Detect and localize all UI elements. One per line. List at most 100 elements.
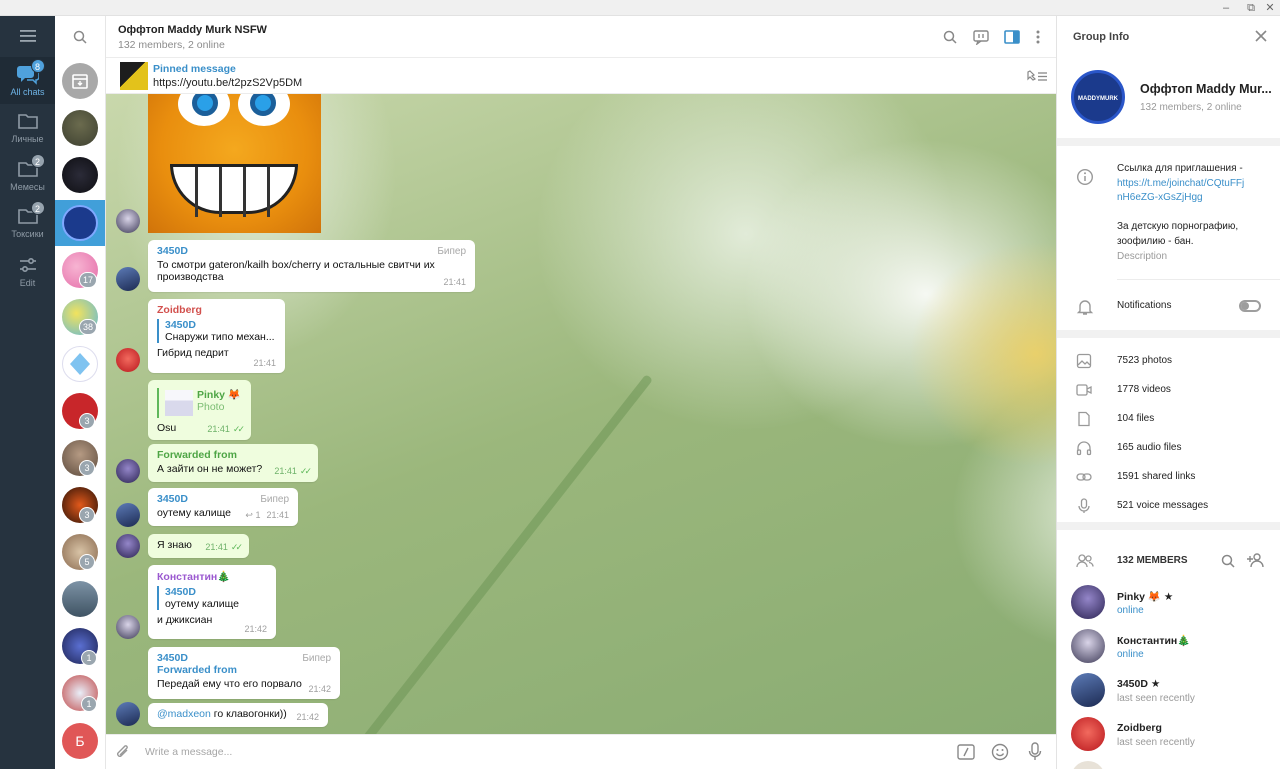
folder-toxic[interactable]: 2 Токсики xyxy=(0,199,55,246)
message-bubble[interactable]: Zoidberg 3450D Снаружи типо механ... Гиб… xyxy=(148,299,285,373)
group-name: Оффтоп Maddy Mur... xyxy=(1140,82,1272,96)
sender-avatar[interactable] xyxy=(116,615,140,639)
member-name[interactable]: Zoidberg xyxy=(1117,722,1162,734)
chat-avatar-archive[interactable] xyxy=(62,63,98,99)
message-time: 21:41 ✓✓ xyxy=(207,424,245,434)
sender-avatar[interactable] xyxy=(116,534,140,558)
add-member-icon[interactable] xyxy=(1246,552,1266,571)
folder-memes[interactable]: 2 Мемесы xyxy=(0,152,55,199)
message-bubble[interactable]: 3450D Бипер То смотри gateron/kailh box/… xyxy=(148,240,475,292)
invite-link[interactable]: https://t.me/joinchat/CQtuFFj xyxy=(1117,177,1244,192)
notifications-toggle[interactable] xyxy=(1239,300,1261,312)
member-avatar[interactable] xyxy=(1071,629,1105,663)
sender-avatar[interactable] xyxy=(116,503,140,527)
sender-avatar[interactable] xyxy=(116,209,140,233)
pinned-message-bar[interactable]: Pinned message https://youtu.be/t2pzS2Vp… xyxy=(106,58,1056,94)
photo-icon xyxy=(1076,353,1094,371)
sender-avatar[interactable] xyxy=(116,267,140,291)
member-avatar[interactable] xyxy=(1071,717,1105,751)
chat-avatar-maddy-murk[interactable] xyxy=(62,205,98,241)
chat-avatar-letter[interactable]: Б xyxy=(62,723,98,759)
chat-avatar[interactable] xyxy=(62,581,98,617)
bot-command-icon[interactable] xyxy=(957,744,975,763)
members-count-title: 132 MEMBERS xyxy=(1117,555,1188,566)
minimize-button[interactable]: – xyxy=(1218,1,1234,15)
emoji-icon[interactable] xyxy=(991,743,1009,764)
message-sender[interactable]: Zoidberg xyxy=(157,304,276,316)
chat-avatar[interactable] xyxy=(62,110,98,146)
more-vertical-icon[interactable] xyxy=(1028,27,1048,47)
menu-button[interactable] xyxy=(0,16,55,56)
media-videos[interactable]: 1778 videos xyxy=(1117,383,1171,398)
sender-avatar[interactable] xyxy=(116,702,140,726)
chat-avatar[interactable] xyxy=(62,157,98,193)
message-text: То смотри gateron/kailh box/cherry и ост… xyxy=(157,259,435,283)
folder-badge: 2 xyxy=(30,154,45,168)
media-voice[interactable]: 521 voice messages xyxy=(1117,499,1208,514)
chat-title[interactable]: Оффтоп Maddy Murk NSFW xyxy=(118,24,267,36)
member-status: online xyxy=(1117,649,1144,660)
reply-preview[interactable]: Pinky 🦊 Photo xyxy=(157,388,242,418)
discussion-icon[interactable] xyxy=(971,27,991,47)
media-photos[interactable]: 7523 photos xyxy=(1117,354,1172,369)
member-avatar[interactable] xyxy=(1071,761,1105,769)
member-name[interactable]: 3450D ★ xyxy=(1117,678,1160,690)
microphone-icon[interactable] xyxy=(1028,742,1042,765)
member-name[interactable]: Константин🎄 xyxy=(1117,634,1190,647)
folder-personal[interactable]: Личные xyxy=(0,104,55,151)
media-files[interactable]: 104 files xyxy=(1117,412,1154,427)
mention-link[interactable]: @madxeon xyxy=(157,708,211,720)
description-label: Description xyxy=(1117,251,1168,262)
message-bubble[interactable]: 3450D Бипер оутему калище ↩ 1 21:41 xyxy=(148,488,298,526)
sender-avatar[interactable] xyxy=(116,348,140,372)
group-avatar[interactable]: MADDYMURK xyxy=(1071,70,1125,124)
pin-list-icon[interactable] xyxy=(1026,68,1048,84)
messages-area[interactable]: 3450D Бипер То смотри gateron/kailh box/… xyxy=(106,94,1056,734)
member-avatar[interactable] xyxy=(1071,585,1105,619)
invite-link-continued[interactable]: nH6eZG-xGsZjHgg xyxy=(1117,191,1203,206)
member-name[interactable]: Pinky 🦊 ★ xyxy=(1117,590,1173,603)
media-audio[interactable]: 165 audio files xyxy=(1117,441,1182,456)
message-bubble[interactable]: @madxeon го клавогонки)) 21:42 xyxy=(148,703,328,727)
chat-unread-badge: 1 xyxy=(81,650,97,666)
folder-label: Edit xyxy=(19,278,36,288)
close-window-button[interactable]: ✕ xyxy=(1262,1,1278,15)
file-icon xyxy=(1076,411,1094,429)
chat-search-button[interactable] xyxy=(55,16,105,58)
member-avatar[interactable] xyxy=(1071,673,1105,707)
message-sender[interactable]: Константин🎄 xyxy=(157,570,267,583)
message-input[interactable]: Write a message... xyxy=(145,746,232,758)
reply-preview[interactable]: 3450D Снаружи типо механ... xyxy=(157,319,276,343)
message-bubble[interactable]: 3450D Бипер Forwarded from Передай ему ч… xyxy=(148,647,340,699)
description-line: За детскую порнографию, xyxy=(1117,221,1239,232)
forwarded-label[interactable]: Forwarded from xyxy=(157,664,331,676)
folder-all-chats[interactable]: 8 All chats xyxy=(0,57,55,104)
member-status: last seen recently xyxy=(1117,737,1195,748)
reply-preview[interactable]: 3450D оутему калище xyxy=(157,586,267,610)
message-text: го клавогонки)) xyxy=(210,708,287,720)
attach-icon[interactable] xyxy=(115,743,131,764)
message-text: Osu xyxy=(157,422,177,434)
pinned-thumbnail xyxy=(120,62,148,90)
message-bubble-outgoing[interactable]: Forwarded from А зайти он не может? 21:4… xyxy=(148,444,318,482)
media-links[interactable]: 1591 shared links xyxy=(1117,470,1195,485)
message-sender[interactable]: 3450D xyxy=(157,245,466,257)
message-bubble[interactable]: Константин🎄 3450D оутему калище и джикси… xyxy=(148,565,276,639)
forwarded-label[interactable]: Forwarded from xyxy=(157,449,309,461)
sender-avatar[interactable] xyxy=(116,459,140,483)
chat-avatar[interactable] xyxy=(62,346,98,382)
message-time: 21:41 xyxy=(253,358,276,368)
sticker-image[interactable] xyxy=(148,94,321,233)
search-members-icon[interactable] xyxy=(1221,554,1235,571)
folder-edit[interactable]: Edit xyxy=(0,248,55,295)
notifications-label: Notifications xyxy=(1117,300,1172,311)
replies-count: ↩ 1 xyxy=(245,510,261,520)
close-icon[interactable] xyxy=(1253,28,1269,44)
message-bubble-outgoing[interactable]: Pinky 🦊 Photo Osu 21:41 ✓✓ xyxy=(148,380,251,440)
restore-button[interactable]: ⧉ xyxy=(1243,1,1259,15)
sidebar-toggle-icon[interactable] xyxy=(1002,27,1022,47)
shared-media-section: 7523 photos 1778 videos 104 files 165 au… xyxy=(1057,338,1280,522)
message-bubble-outgoing[interactable]: Я знаю 21:41 ✓✓ xyxy=(148,534,249,558)
search-icon[interactable] xyxy=(940,27,960,47)
reply-text: Photo xyxy=(197,401,225,413)
